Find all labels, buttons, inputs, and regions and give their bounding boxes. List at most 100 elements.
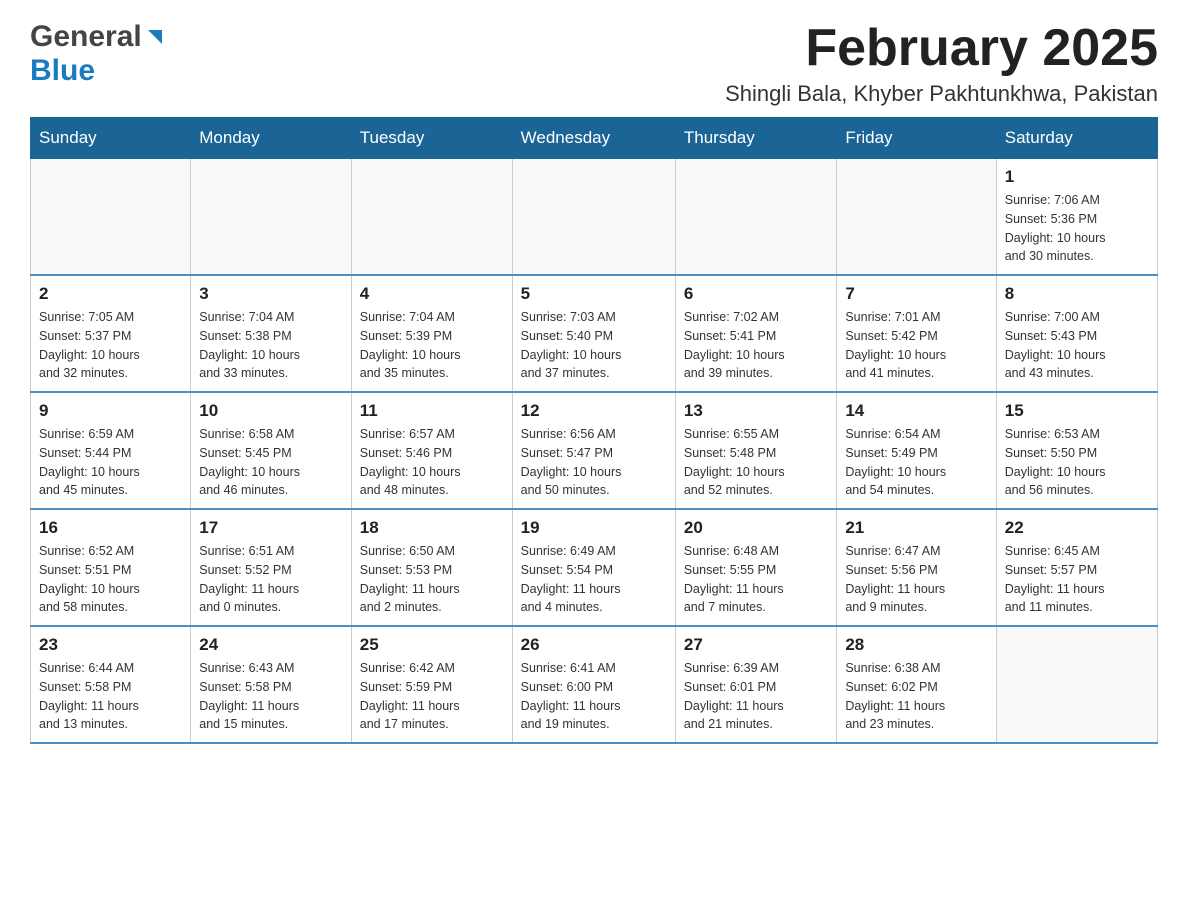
day-info: Sunrise: 7:05 AMSunset: 5:37 PMDaylight:… xyxy=(39,308,182,383)
calendar-day-cell xyxy=(837,159,996,276)
day-info: Sunrise: 7:04 AMSunset: 5:39 PMDaylight:… xyxy=(360,308,504,383)
day-info: Sunrise: 6:41 AMSunset: 6:00 PMDaylight:… xyxy=(521,659,667,734)
day-number: 5 xyxy=(521,284,667,304)
month-title: February 2025 xyxy=(725,20,1158,77)
day-info: Sunrise: 6:50 AMSunset: 5:53 PMDaylight:… xyxy=(360,542,504,617)
day-info: Sunrise: 7:04 AMSunset: 5:38 PMDaylight:… xyxy=(199,308,343,383)
day-number: 4 xyxy=(360,284,504,304)
day-number: 8 xyxy=(1005,284,1149,304)
calendar-day-cell: 15Sunrise: 6:53 AMSunset: 5:50 PMDayligh… xyxy=(996,392,1157,509)
logo: General Blue xyxy=(30,20,166,88)
day-number: 21 xyxy=(845,518,987,538)
calendar-day-cell: 5 Sunrise: 7:03 AMSunset: 5:40 PMDaylight… xyxy=(512,275,675,392)
day-number: 28 xyxy=(845,635,987,655)
calendar-day-cell: 20 Sunrise: 6:48 AMSunset: 5:55 PMDayligh… xyxy=(675,509,836,626)
calendar-day-cell: 24 Sunrise: 6:43 AMSunset: 5:58 PMDayligh… xyxy=(191,626,352,743)
day-info: Sunrise: 6:59 AMSunset: 5:44 PMDaylight:… xyxy=(39,425,182,500)
weekday-header-row: Sunday Monday Tuesday Wednesday Thursday… xyxy=(31,118,1158,159)
calendar-day-cell: 22Sunrise: 6:45 AMSunset: 5:57 PMDayligh… xyxy=(996,509,1157,626)
calendar-day-cell xyxy=(191,159,352,276)
day-number: 17 xyxy=(199,518,343,538)
header-thursday: Thursday xyxy=(675,118,836,159)
calendar-day-cell: 6 Sunrise: 7:02 AMSunset: 5:41 PMDaylight… xyxy=(675,275,836,392)
logo-triangle-icon xyxy=(144,26,166,48)
day-number: 19 xyxy=(521,518,667,538)
day-number: 2 xyxy=(39,284,182,304)
day-info: Sunrise: 6:56 AMSunset: 5:47 PMDaylight:… xyxy=(521,425,667,500)
day-info: Sunrise: 7:01 AMSunset: 5:42 PMDaylight:… xyxy=(845,308,987,383)
calendar-table: Sunday Monday Tuesday Wednesday Thursday… xyxy=(30,117,1158,744)
day-info: Sunrise: 7:03 AMSunset: 5:40 PMDaylight:… xyxy=(521,308,667,383)
day-number: 7 xyxy=(845,284,987,304)
day-number: 26 xyxy=(521,635,667,655)
day-number: 23 xyxy=(39,635,182,655)
logo-blue: Blue xyxy=(30,54,95,87)
day-info: Sunrise: 6:52 AMSunset: 5:51 PMDaylight:… xyxy=(39,542,182,617)
calendar-day-cell: 4 Sunrise: 7:04 AMSunset: 5:39 PMDaylight… xyxy=(351,275,512,392)
day-info: Sunrise: 6:47 AMSunset: 5:56 PMDaylight:… xyxy=(845,542,987,617)
day-info: Sunrise: 7:00 AMSunset: 5:43 PMDaylight:… xyxy=(1005,308,1149,383)
day-info: Sunrise: 6:38 AMSunset: 6:02 PMDaylight:… xyxy=(845,659,987,734)
calendar-day-cell: 14 Sunrise: 6:54 AMSunset: 5:49 PMDayligh… xyxy=(837,392,996,509)
calendar-week-row: 23 Sunrise: 6:44 AMSunset: 5:58 PMDayligh… xyxy=(31,626,1158,743)
title-section: February 2025 Shingli Bala, Khyber Pakht… xyxy=(725,20,1158,107)
day-number: 24 xyxy=(199,635,343,655)
calendar-week-row: 16 Sunrise: 6:52 AMSunset: 5:51 PMDayligh… xyxy=(31,509,1158,626)
location-title: Shingli Bala, Khyber Pakhtunkhwa, Pakist… xyxy=(725,81,1158,107)
calendar-day-cell xyxy=(996,626,1157,743)
calendar-day-cell: 7 Sunrise: 7:01 AMSunset: 5:42 PMDaylight… xyxy=(837,275,996,392)
calendar-day-cell xyxy=(512,159,675,276)
day-info: Sunrise: 6:44 AMSunset: 5:58 PMDaylight:… xyxy=(39,659,182,734)
day-info: Sunrise: 6:49 AMSunset: 5:54 PMDaylight:… xyxy=(521,542,667,617)
calendar-day-cell: 17 Sunrise: 6:51 AMSunset: 5:52 PMDayligh… xyxy=(191,509,352,626)
calendar-day-cell: 11 Sunrise: 6:57 AMSunset: 5:46 PMDayligh… xyxy=(351,392,512,509)
calendar-day-cell: 28 Sunrise: 6:38 AMSunset: 6:02 PMDayligh… xyxy=(837,626,996,743)
calendar-day-cell: 10 Sunrise: 6:58 AMSunset: 5:45 PMDayligh… xyxy=(191,392,352,509)
day-info: Sunrise: 7:02 AMSunset: 5:41 PMDaylight:… xyxy=(684,308,828,383)
day-number: 9 xyxy=(39,401,182,421)
calendar-day-cell: 9 Sunrise: 6:59 AMSunset: 5:44 PMDaylight… xyxy=(31,392,191,509)
day-info: Sunrise: 6:54 AMSunset: 5:49 PMDaylight:… xyxy=(845,425,987,500)
day-number: 16 xyxy=(39,518,182,538)
day-number: 22 xyxy=(1005,518,1149,538)
calendar-day-cell: 1 Sunrise: 7:06 AMSunset: 5:36 PMDaylight… xyxy=(996,159,1157,276)
calendar-day-cell: 18Sunrise: 6:50 AMSunset: 5:53 PMDayligh… xyxy=(351,509,512,626)
day-number: 20 xyxy=(684,518,828,538)
day-number: 3 xyxy=(199,284,343,304)
calendar-day-cell: 26 Sunrise: 6:41 AMSunset: 6:00 PMDayligh… xyxy=(512,626,675,743)
calendar-day-cell xyxy=(351,159,512,276)
header-sunday: Sunday xyxy=(31,118,191,159)
header-tuesday: Tuesday xyxy=(351,118,512,159)
day-info: Sunrise: 6:58 AMSunset: 5:45 PMDaylight:… xyxy=(199,425,343,500)
day-number: 14 xyxy=(845,401,987,421)
day-number: 12 xyxy=(521,401,667,421)
day-info: Sunrise: 6:48 AMSunset: 5:55 PMDaylight:… xyxy=(684,542,828,617)
day-number: 1 xyxy=(1005,167,1149,187)
day-info: Sunrise: 7:06 AMSunset: 5:36 PMDaylight:… xyxy=(1005,191,1149,266)
header-wednesday: Wednesday xyxy=(512,118,675,159)
calendar-week-row: 1 Sunrise: 7:06 AMSunset: 5:36 PMDaylight… xyxy=(31,159,1158,276)
day-number: 25 xyxy=(360,635,504,655)
day-number: 13 xyxy=(684,401,828,421)
day-info: Sunrise: 6:39 AMSunset: 6:01 PMDaylight:… xyxy=(684,659,828,734)
calendar-day-cell: 8 Sunrise: 7:00 AMSunset: 5:43 PMDaylight… xyxy=(996,275,1157,392)
day-number: 10 xyxy=(199,401,343,421)
calendar-day-cell xyxy=(31,159,191,276)
day-number: 11 xyxy=(360,401,504,421)
calendar-week-row: 2 Sunrise: 7:05 AMSunset: 5:37 PMDaylight… xyxy=(31,275,1158,392)
day-info: Sunrise: 6:43 AMSunset: 5:58 PMDaylight:… xyxy=(199,659,343,734)
day-info: Sunrise: 6:51 AMSunset: 5:52 PMDaylight:… xyxy=(199,542,343,617)
day-info: Sunrise: 6:55 AMSunset: 5:48 PMDaylight:… xyxy=(684,425,828,500)
day-info: Sunrise: 6:53 AMSunset: 5:50 PMDaylight:… xyxy=(1005,425,1149,500)
calendar-day-cell: 3 Sunrise: 7:04 AMSunset: 5:38 PMDaylight… xyxy=(191,275,352,392)
calendar-day-cell: 16 Sunrise: 6:52 AMSunset: 5:51 PMDayligh… xyxy=(31,509,191,626)
calendar-day-cell: 27Sunrise: 6:39 AMSunset: 6:01 PMDayligh… xyxy=(675,626,836,743)
day-info: Sunrise: 6:57 AMSunset: 5:46 PMDaylight:… xyxy=(360,425,504,500)
day-number: 6 xyxy=(684,284,828,304)
calendar-day-cell: 12 Sunrise: 6:56 AMSunset: 5:47 PMDayligh… xyxy=(512,392,675,509)
logo-general: General xyxy=(30,20,142,54)
day-info: Sunrise: 6:42 AMSunset: 5:59 PMDaylight:… xyxy=(360,659,504,734)
calendar-week-row: 9 Sunrise: 6:59 AMSunset: 5:44 PMDaylight… xyxy=(31,392,1158,509)
calendar-day-cell: 2 Sunrise: 7:05 AMSunset: 5:37 PMDaylight… xyxy=(31,275,191,392)
calendar-day-cell: 13 Sunrise: 6:55 AMSunset: 5:48 PMDayligh… xyxy=(675,392,836,509)
